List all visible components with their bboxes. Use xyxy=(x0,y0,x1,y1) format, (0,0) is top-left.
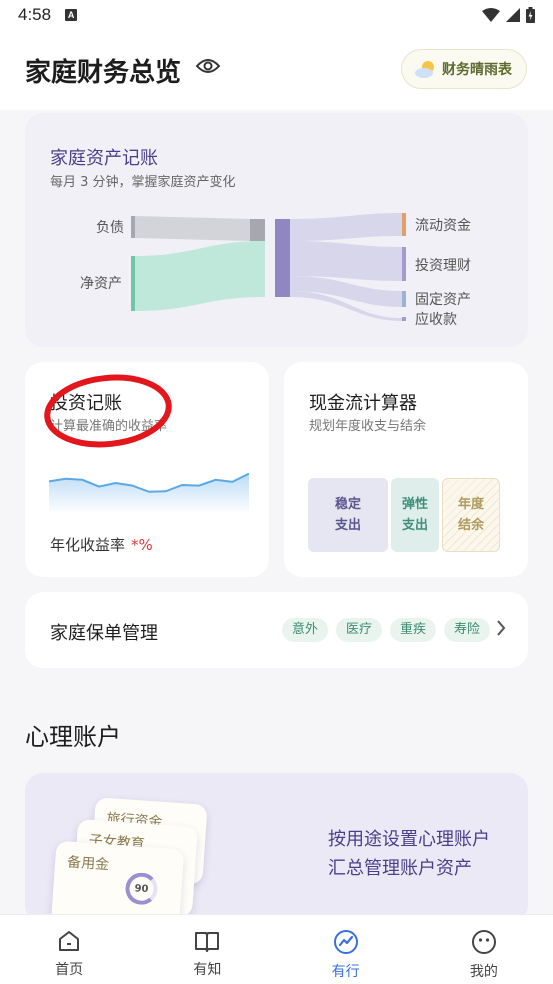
annual-return-label: 年化收益率 xyxy=(50,536,126,554)
tab-home[interactable]: 首页 xyxy=(0,915,138,984)
battery-icon xyxy=(526,7,535,23)
sankey-label-net: 净资产 xyxy=(80,276,122,292)
invest-subtitle: 计算最准确的收益率 xyxy=(50,419,168,434)
sankey-label-liquid: 流动资金 xyxy=(415,218,471,234)
policy-tag: 寿险 xyxy=(443,618,490,642)
progress-ring-icon: 90 xyxy=(124,871,159,906)
policy-title: 家庭保单管理 xyxy=(50,623,158,644)
cashflow-boxes: 稳定 支出 弹性 支出 年度 结余 xyxy=(308,478,500,552)
stable-expense-box: 稳定 支出 xyxy=(308,478,388,552)
progress-ring-value: 90 xyxy=(134,882,149,895)
policy-tags: 意外 医疗 重疾 寿险 xyxy=(281,618,490,642)
status-bar: 4:58 A xyxy=(0,0,553,30)
sun-cloud-icon xyxy=(415,61,434,78)
signal-icon xyxy=(506,8,520,22)
cashflow-title: 现金流计算器 xyxy=(309,393,417,414)
flexible-expense-box: 弹性 支出 xyxy=(391,478,439,552)
mental-account-card[interactable]: 旅行资金 子女教育 备用金 90 按用途设置心理账户 汇总管理账户资产 xyxy=(25,773,528,923)
tab-knowledge-label: 有知 xyxy=(193,962,222,978)
eye-icon[interactable] xyxy=(195,56,221,76)
status-time: 4:58 xyxy=(18,5,52,24)
policy-tag: 重疾 xyxy=(389,618,436,642)
tab-action[interactable]: 有行 xyxy=(277,915,415,984)
sankey-node-invest xyxy=(402,247,406,281)
book-icon xyxy=(195,932,220,952)
insurance-policy-card[interactable]: 家庭保单管理 意外 医疗 重疾 寿险 xyxy=(25,592,528,668)
sankey-node-debt-mid xyxy=(250,219,265,241)
sankey-flow-invest xyxy=(290,241,402,281)
chevron-right-icon xyxy=(497,620,506,636)
a-badge-icon: A xyxy=(65,9,78,21)
account-card-label: 备用金 xyxy=(66,854,110,874)
invest-title: 投资记账 xyxy=(50,393,122,414)
sankey-node-net xyxy=(131,256,135,311)
sankey-node-total xyxy=(275,219,290,297)
policy-tag: 医疗 xyxy=(335,618,382,642)
sankey-node-debt xyxy=(131,216,135,238)
trend-icon xyxy=(333,930,358,954)
sankey-node-liquid xyxy=(402,213,406,236)
home-icon xyxy=(59,931,80,951)
sankey-label-invest: 投资理财 xyxy=(415,258,471,274)
tab-profile-label: 我的 xyxy=(469,964,498,980)
page-title: 家庭财务总览 xyxy=(25,58,182,88)
annual-return: 年化收益率 *% xyxy=(50,534,153,555)
profile-icon xyxy=(471,930,496,954)
investment-ledger-card[interactable]: 投资记账 计算最准确的收益率 年化收益率 *% xyxy=(25,362,269,577)
account-card-reserve: 备用金 90 xyxy=(49,840,185,923)
tab-profile[interactable]: 我的 xyxy=(415,915,553,984)
finance-weather-button[interactable]: 财务晴雨表 xyxy=(401,49,527,89)
sankey-node-fixed xyxy=(402,291,406,307)
sankey-flow-debt xyxy=(135,216,250,241)
return-trend-chart xyxy=(49,472,249,514)
sankey-flow-liquid xyxy=(290,213,402,241)
cashflow-calculator-card[interactable]: 现金流计算器 规划年度收支与结余 稳定 支出 弹性 支出 年度 结余 xyxy=(284,362,528,577)
tab-knowledge[interactable]: 有知 xyxy=(138,915,276,984)
tab-home-label: 首页 xyxy=(55,962,84,978)
tab-action-label: 有行 xyxy=(331,964,360,980)
sankey-node-receivable xyxy=(402,317,406,321)
policy-tag: 意外 xyxy=(281,618,328,642)
asset-sankey-diagram: 负债 净资产 流动资金 投资理财 固定资产 应收款 xyxy=(80,213,471,328)
mental-account-heading: 心理账户 xyxy=(25,723,121,751)
mental-account-description: 按用途设置心理账户 汇总管理账户资产 xyxy=(328,825,490,883)
weather-label: 财务晴雨表 xyxy=(442,62,512,78)
mental-line-2: 汇总管理账户资产 xyxy=(328,858,472,879)
sankey-flow-net xyxy=(135,241,265,311)
page-header: 家庭财务总览 财务晴雨表 xyxy=(0,30,553,110)
status-icons xyxy=(482,7,535,23)
sankey-label-receivable: 应收款 xyxy=(415,311,457,328)
annual-return-value: *% xyxy=(131,536,153,554)
wifi-icon xyxy=(482,8,500,22)
sankey-label-debt: 负债 xyxy=(96,220,124,236)
mental-line-1: 按用途设置心理账户 xyxy=(328,829,490,850)
asset-ledger-card[interactable]: 家庭资产记账 每月 3 分钟，掌握家庭资产变化 负债 净资产 流动资金 投资理财… xyxy=(25,113,528,347)
annual-surplus-box: 年度 结余 xyxy=(442,478,500,552)
sankey-label-fixed: 固定资产 xyxy=(415,292,471,308)
bottom-tab-bar: 首页 有知 有行 我的 xyxy=(0,914,553,984)
cashflow-subtitle: 规划年度收支与结余 xyxy=(309,419,427,434)
